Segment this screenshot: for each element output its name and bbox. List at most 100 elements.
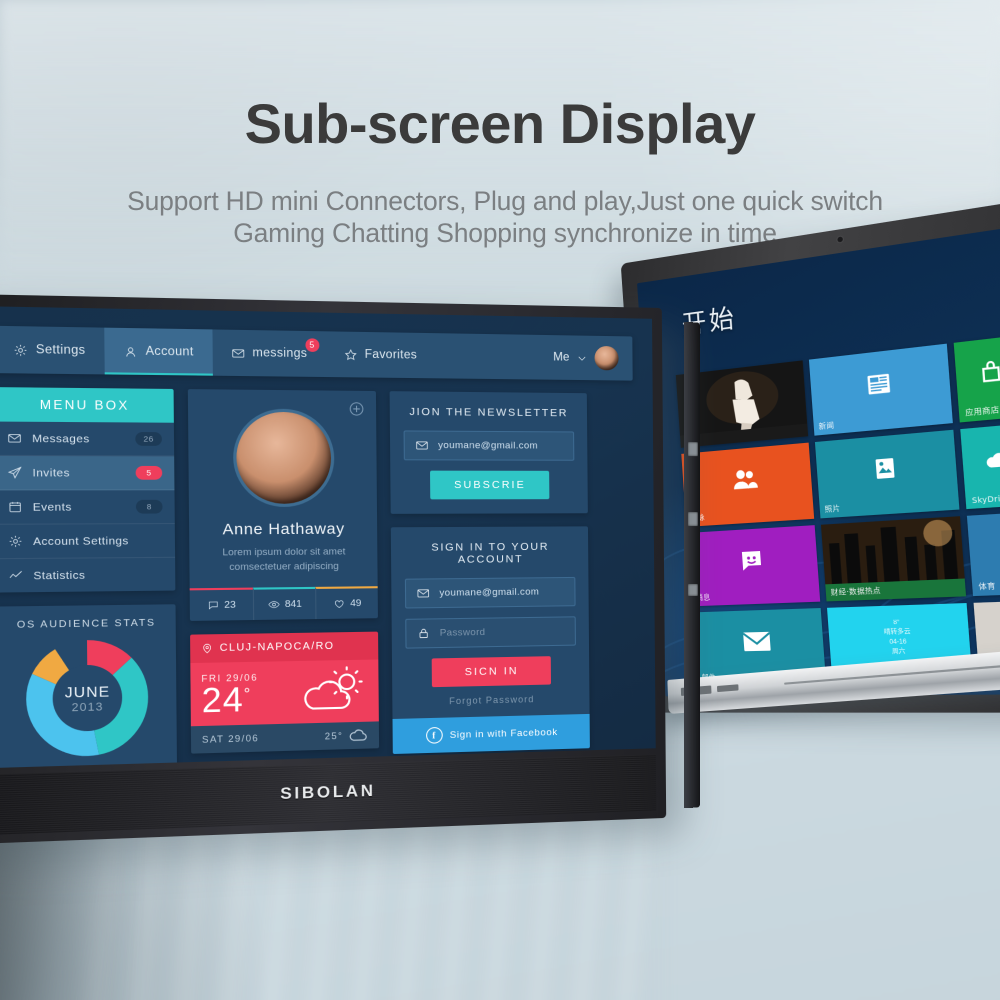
weather-today-date: FRI 29/06 bbox=[201, 672, 259, 685]
tile-photos[interactable]: 照片 bbox=[814, 429, 960, 519]
tab-settings[interactable]: Settings bbox=[0, 326, 105, 375]
dashboard-topbar[interactable]: Settings Account messings 5 Favorites Me bbox=[0, 325, 633, 381]
tab-account[interactable]: Account bbox=[104, 327, 213, 376]
sun-cloud-icon bbox=[298, 665, 369, 714]
facebook-signin-label: Sign in with Facebook bbox=[449, 726, 558, 741]
menu-item-invites[interactable]: Invites 5 bbox=[0, 455, 175, 491]
menu-item-label: Messages bbox=[32, 431, 90, 446]
tile-skydrive[interactable]: SkyDrive bbox=[960, 422, 1000, 510]
facebook-icon: f bbox=[425, 726, 443, 744]
signin-email-field[interactable]: youmane@gmail.com bbox=[404, 576, 576, 609]
profile-stat-likes[interactable]: 49 bbox=[315, 585, 378, 619]
envelope-icon bbox=[231, 346, 245, 360]
avatar[interactable] bbox=[594, 345, 619, 371]
paper-plane-icon bbox=[7, 466, 22, 480]
weather-location: CLUJ-NAPOCA/RO bbox=[219, 640, 335, 654]
star-icon bbox=[343, 348, 357, 362]
laptop-port-thunderbolt bbox=[698, 685, 712, 695]
menu-box-card[interactable]: MENU BOX Messages 26 Invites 5 Events 8 … bbox=[0, 387, 176, 593]
cloud-icon bbox=[961, 423, 1000, 496]
subscribe-button[interactable]: SUBSCRIE bbox=[429, 470, 550, 500]
menu-item-count: 5 bbox=[135, 465, 163, 480]
user-menu[interactable]: Me bbox=[539, 335, 633, 381]
tab-label: Favorites bbox=[364, 348, 418, 362]
trophy-icon bbox=[967, 506, 1000, 582]
eye-icon bbox=[268, 598, 280, 610]
monitor-port-usb-c bbox=[687, 583, 698, 596]
signin-password-placeholder: Password bbox=[439, 626, 486, 639]
dashboard-app[interactable]: Settings Account messings 5 Favorites Me… bbox=[0, 305, 656, 769]
windows-tile-grid[interactable]: 运动 新闻 应用商店 bbox=[675, 325, 1000, 692]
weather-next-temp: 25° bbox=[324, 730, 344, 742]
monitor-right-edge bbox=[684, 322, 700, 808]
newsletter-title: JION THE NEWSLETTER bbox=[409, 405, 569, 420]
heart-icon bbox=[333, 597, 345, 609]
picture-icon bbox=[815, 430, 959, 506]
tile-finance[interactable]: 财经·数据热点 bbox=[820, 516, 967, 602]
weather-widget: CLUJ-NAPOCA/RO FRI 29/06 24° SAT 29/06 2… bbox=[190, 631, 380, 754]
dashboard-column-right: JION THE NEWSLETTER youmane@gmail.com SU… bbox=[389, 391, 590, 765]
tile-people[interactable]: 人脉 bbox=[681, 442, 814, 527]
tab-label: Settings bbox=[35, 343, 86, 358]
envelope-icon bbox=[416, 587, 430, 601]
tab-label: Account bbox=[145, 345, 194, 359]
facebook-signin-button[interactable]: f Sign in with Facebook bbox=[392, 713, 590, 755]
profile-name: Anne Hathaway bbox=[222, 520, 345, 539]
menu-item-statistics[interactable]: Statistics bbox=[0, 558, 175, 593]
chart-line-icon bbox=[8, 569, 23, 583]
forgot-password-link[interactable]: Forgot Password bbox=[406, 693, 576, 707]
signin-card: SIGN IN TO YOUR ACCOUNT youmane@gmail.co… bbox=[390, 526, 590, 755]
people-icon bbox=[681, 443, 813, 515]
weather-today-temp: 24° bbox=[201, 680, 258, 720]
tab-favorites[interactable]: Favorites bbox=[325, 331, 435, 378]
tile-news[interactable]: 新闻 bbox=[808, 343, 954, 436]
tab-label: messings bbox=[252, 346, 308, 361]
menu-item-account-settings[interactable]: Account Settings bbox=[0, 524, 176, 560]
monitor-port-mini-hd-2 bbox=[687, 512, 698, 527]
mail-icon bbox=[692, 608, 825, 674]
menu-item-label: Statistics bbox=[33, 568, 86, 582]
weather-temp-unit: ° bbox=[243, 685, 252, 704]
signin-button[interactable]: SICN IN bbox=[431, 656, 552, 688]
tile-label: 应用商店 bbox=[964, 405, 1000, 418]
tab-messings[interactable]: messings 5 bbox=[212, 329, 326, 377]
menu-item-messages[interactable]: Messages 26 bbox=[0, 421, 175, 457]
tile-messaging[interactable]: 消息 bbox=[686, 525, 820, 607]
gear-icon bbox=[13, 343, 28, 357]
donut-year-label: 2013 bbox=[71, 700, 104, 714]
profile-stat-value: 841 bbox=[284, 597, 302, 610]
newsletter-email-field[interactable]: youmane@gmail.com bbox=[403, 430, 575, 461]
profile-stat-comments[interactable]: 23 bbox=[189, 587, 253, 621]
cloud-icon bbox=[349, 728, 368, 741]
donut-month-label: JUNE bbox=[64, 682, 111, 701]
user-menu-label: Me bbox=[553, 351, 570, 364]
monitor-bottom-bezel: SIBOLAN bbox=[0, 754, 657, 836]
profile-body: Anne Hathaway Lorem ipsum dolor sit amet… bbox=[188, 389, 378, 575]
signin-password-field[interactable]: Password bbox=[405, 616, 576, 649]
signin-title: SIGN IN TO YOUR ACCOUNT bbox=[431, 540, 550, 566]
monitor-brand-logo: SIBOLAN bbox=[280, 782, 376, 804]
menu-item-events[interactable]: Events 8 bbox=[0, 490, 175, 525]
map-pin-icon bbox=[201, 642, 213, 654]
menu-item-count: 8 bbox=[135, 499, 163, 514]
dashboard-grid: MENU BOX Messages 26 Invites 5 Events 8 … bbox=[0, 387, 636, 769]
portable-monitor-device: Settings Account messings 5 Favorites Me… bbox=[0, 293, 700, 880]
tile-sports[interactable]: 体育 bbox=[967, 506, 1000, 597]
plus-circle-icon[interactable] bbox=[349, 401, 365, 417]
profile-avatar bbox=[232, 408, 335, 508]
signin-email-value: youmane@gmail.com bbox=[439, 586, 540, 599]
newsletter-email-value: youmane@gmail.com bbox=[438, 439, 538, 452]
tile-store[interactable]: 应用商店 bbox=[954, 334, 1000, 423]
monitor-screen[interactable]: Settings Account messings 5 Favorites Me… bbox=[0, 305, 656, 769]
profile-stat-views[interactable]: 841 bbox=[252, 586, 316, 620]
menu-item-count: 26 bbox=[135, 432, 162, 446]
laptop-vent bbox=[784, 664, 1000, 685]
os-audience-stats-card: OS AUDIENCE STATS JUNE 2013 bbox=[0, 604, 178, 769]
monitor-port-mini-hd-1 bbox=[687, 442, 698, 457]
bag-icon bbox=[954, 335, 1000, 410]
gear-icon bbox=[8, 534, 23, 548]
menu-item-label: Account Settings bbox=[33, 534, 129, 548]
weather-tomorrow: SAT 29/06 25° bbox=[190, 720, 380, 754]
chart-title: OS AUDIENCE STATS bbox=[16, 617, 156, 631]
